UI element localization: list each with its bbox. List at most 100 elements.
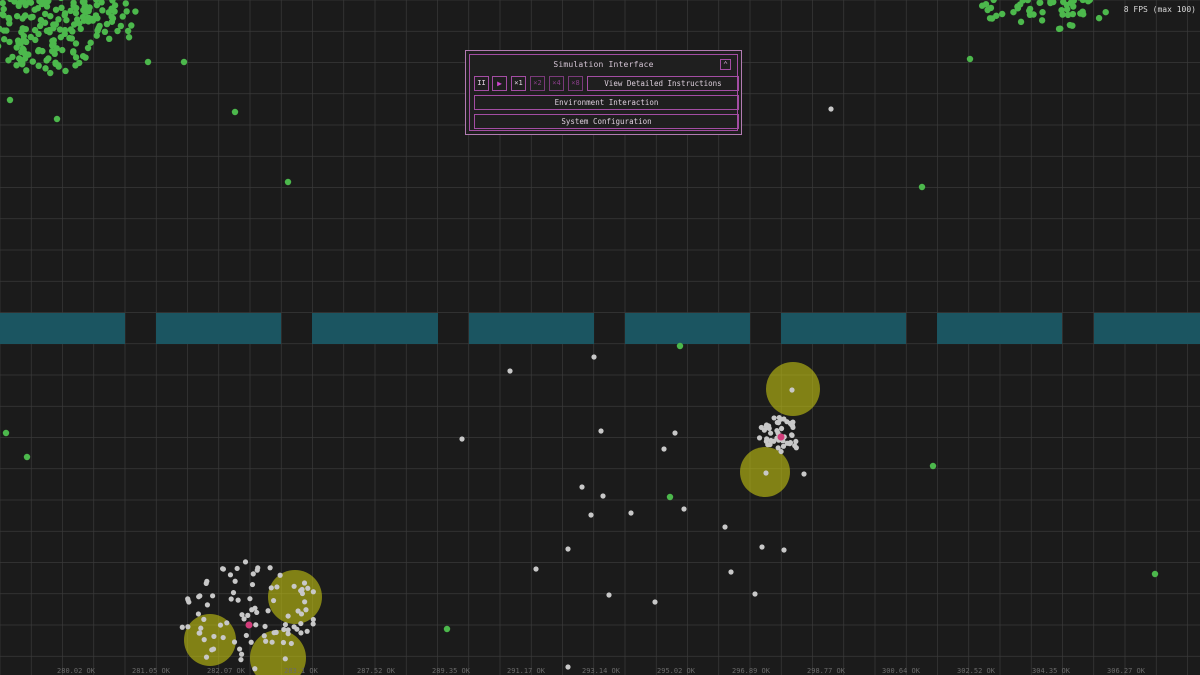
food-particle — [1095, 14, 1103, 22]
food-particle — [978, 2, 986, 9]
speed-1-button[interactable]: ×1 — [511, 76, 526, 91]
creature — [277, 572, 283, 578]
creatures — [179, 106, 834, 672]
food-particle — [123, 8, 130, 15]
environment-interaction-button[interactable]: Environment Interaction — [474, 95, 739, 110]
creature — [224, 620, 230, 626]
creature — [789, 432, 795, 438]
food-particle — [1026, 7, 1033, 14]
x-axis-label: 300.64 OK — [882, 667, 920, 675]
creature — [298, 630, 304, 636]
creature — [231, 639, 238, 645]
food-particle — [59, 46, 66, 54]
x-axis-label: 295.02 OK — [657, 667, 695, 675]
food-particle — [122, 0, 129, 7]
food-particle — [101, 28, 109, 36]
food-particle — [1070, 3, 1077, 10]
feeding-zone — [268, 570, 322, 624]
food-particle — [132, 8, 139, 15]
food-particle — [6, 20, 13, 27]
creature — [253, 622, 259, 628]
view-instructions-button[interactable]: View Detailed Instructions — [587, 76, 739, 91]
creature — [305, 585, 311, 591]
x-axis-label: 296.89 OK — [732, 667, 770, 675]
food-particle — [2, 429, 10, 437]
food-particle — [35, 62, 42, 70]
creature — [579, 484, 585, 490]
food-particle — [114, 27, 121, 35]
creature — [588, 512, 594, 518]
x-axis-label: 298.77 OK — [807, 667, 845, 675]
x-axis-label: 304.35 OK — [1032, 667, 1070, 675]
food-particle — [1064, 11, 1072, 19]
creature — [507, 368, 513, 374]
creature — [652, 599, 658, 605]
food-particle — [5, 57, 12, 64]
pause-button[interactable]: II — [474, 76, 489, 91]
creature — [768, 437, 774, 444]
food-particle — [29, 58, 36, 65]
food-particle — [666, 493, 674, 501]
creature — [756, 435, 763, 441]
food-particle — [22, 38, 30, 46]
creature — [185, 624, 191, 630]
creature-leader — [777, 433, 785, 441]
creature — [252, 666, 258, 672]
speed-2-button[interactable]: ×2 — [530, 76, 545, 91]
creature — [282, 621, 289, 628]
creature — [761, 427, 767, 433]
creature — [533, 566, 539, 572]
creature — [217, 622, 224, 628]
water-segment — [625, 313, 750, 344]
food-particle — [231, 108, 239, 116]
food-particle — [0, 0, 6, 7]
food-particle — [23, 67, 30, 74]
creature — [267, 565, 273, 571]
food-particle — [43, 57, 50, 64]
creature — [565, 546, 571, 552]
food-particle — [125, 34, 133, 41]
creature-leader — [245, 621, 253, 629]
creature — [185, 597, 191, 603]
creature — [236, 646, 243, 652]
creature — [310, 616, 316, 623]
creature — [722, 524, 728, 530]
food-particle — [108, 18, 116, 25]
system-configuration-button[interactable]: System Configuration — [474, 114, 739, 129]
food-particle — [180, 58, 188, 66]
play-button[interactable]: ▶ — [492, 76, 507, 91]
creature — [304, 628, 310, 634]
food-particle — [21, 50, 28, 57]
creature — [241, 616, 247, 622]
speed-4-button[interactable]: ×4 — [549, 76, 564, 91]
food-particle — [1079, 0, 1087, 4]
food-particle — [676, 342, 684, 350]
collapse-icon[interactable]: ⌃ — [720, 59, 731, 70]
x-axis-label: 283.1 OK — [284, 667, 318, 675]
food-particle — [1038, 17, 1046, 24]
creature — [787, 440, 794, 446]
creature — [210, 593, 216, 599]
food-particle — [966, 55, 974, 63]
creature — [628, 510, 634, 516]
food-particle — [19, 15, 26, 22]
food-particle — [61, 10, 69, 17]
creature — [211, 633, 217, 640]
food-particle — [144, 58, 152, 66]
creature — [268, 585, 274, 591]
water-band — [0, 313, 1200, 344]
food-particle — [93, 32, 100, 39]
food-particle — [1039, 9, 1046, 16]
food-particle — [124, 27, 132, 35]
creature — [238, 651, 245, 657]
food-particle — [62, 67, 69, 75]
water-segment — [1094, 313, 1200, 344]
speed-8-button[interactable]: ×8 — [568, 76, 583, 91]
creature — [781, 416, 787, 422]
creature — [303, 607, 309, 613]
food-particle — [58, 0, 64, 2]
food-particle — [52, 6, 60, 13]
food-particle — [0, 5, 7, 13]
creature — [247, 596, 253, 602]
food-particle — [70, 2, 77, 9]
